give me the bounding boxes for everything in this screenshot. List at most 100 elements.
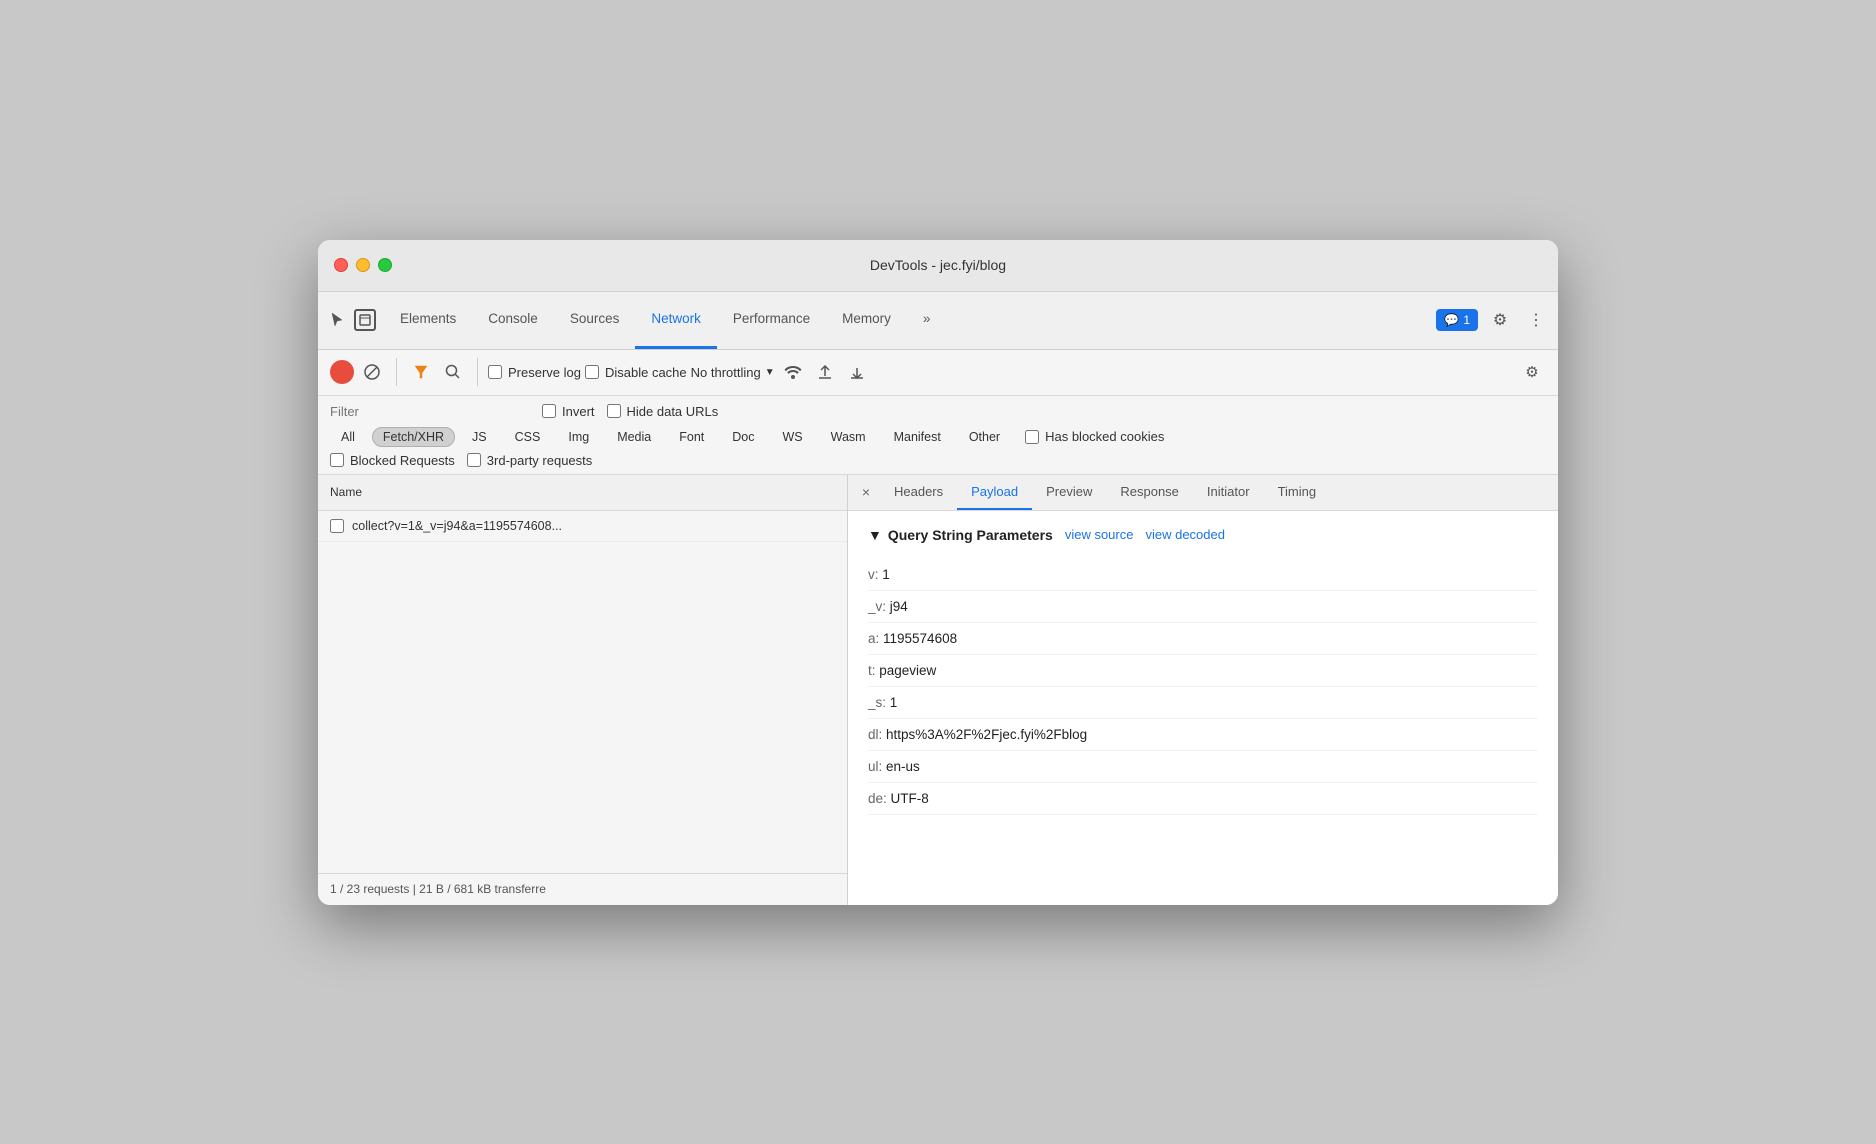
throttle-dropdown[interactable]: No throttling ▼ — [691, 365, 775, 380]
table-row[interactable]: collect?v=1&_v=j94&a=1195574608... — [318, 511, 847, 542]
view-source-button[interactable]: view source — [1065, 527, 1134, 542]
requests-list: collect?v=1&_v=j94&a=1195574608... — [318, 511, 847, 873]
detail-tab-headers[interactable]: Headers — [880, 474, 957, 510]
detail-tab-response[interactable]: Response — [1106, 474, 1193, 510]
list-item: ul: en-us — [868, 751, 1538, 783]
tab-performance[interactable]: Performance — [717, 291, 826, 349]
details-panel: × Headers Payload Preview Response Initi… — [848, 475, 1558, 905]
separator-2 — [477, 358, 478, 386]
network-conditions-icon[interactable] — [779, 358, 807, 386]
tab-console[interactable]: Console — [472, 291, 554, 349]
devtools-window: DevTools - jec.fyi/blog Elements Console — [318, 240, 1558, 905]
disable-cache-checkbox[interactable]: Disable cache — [585, 365, 687, 380]
title-bar: DevTools - jec.fyi/blog — [318, 240, 1558, 292]
tab-network[interactable]: Network — [635, 291, 717, 349]
filter-type-other[interactable]: Other — [958, 427, 1011, 447]
requests-footer: 1 / 23 requests | 21 B / 681 kB transfer… — [318, 873, 847, 905]
traffic-lights — [334, 258, 392, 272]
filter-bar: Invert Hide data URLs All Fetch/XHR JS C… — [318, 396, 1558, 475]
disable-cache-input[interactable] — [585, 365, 599, 379]
tab-more[interactable]: » — [907, 291, 947, 349]
filter-type-fetch-xhr[interactable]: Fetch/XHR — [372, 427, 455, 447]
view-decoded-button[interactable]: view decoded — [1145, 527, 1225, 542]
section-title: ▼ Query String Parameters — [868, 527, 1053, 543]
window-title: DevTools - jec.fyi/blog — [870, 257, 1006, 273]
filter-type-css[interactable]: CSS — [504, 427, 552, 447]
preserve-log-checkbox[interactable]: Preserve log — [488, 365, 581, 380]
third-party-checkbox[interactable]: 3rd-party requests — [467, 453, 593, 468]
console-badge-icon: 💬 — [1444, 313, 1459, 327]
network-toolbar: Preserve log Disable cache No throttling… — [318, 350, 1558, 396]
filter-type-doc[interactable]: Doc — [721, 427, 765, 447]
blocked-requests-input[interactable] — [330, 453, 344, 467]
download-icon[interactable] — [843, 358, 871, 386]
cursor-icon[interactable] — [326, 309, 348, 331]
list-item: dl: https%3A%2F%2Fjec.fyi%2Fblog — [868, 719, 1538, 751]
section-header: ▼ Query String Parameters view source vi… — [868, 527, 1538, 543]
console-badge-count: 1 — [1463, 313, 1470, 327]
filter-type-font[interactable]: Font — [668, 427, 715, 447]
tab-memory[interactable]: Memory — [826, 291, 907, 349]
has-blocked-cookies-checkbox[interactable]: Has blocked cookies — [1025, 429, 1164, 444]
payload-content: ▼ Query String Parameters view source vi… — [848, 511, 1558, 905]
has-blocked-cookies-input[interactable] — [1025, 430, 1039, 444]
separator-1 — [396, 358, 397, 386]
preserve-log-input[interactable] — [488, 365, 502, 379]
list-item: de: UTF-8 — [868, 783, 1538, 815]
detail-tab-initiator[interactable]: Initiator — [1193, 474, 1264, 510]
close-button[interactable] — [334, 258, 348, 272]
network-settings-icon[interactable]: ⚙ — [1518, 358, 1546, 386]
tab-elements[interactable]: Elements — [384, 291, 472, 349]
filter-type-ws[interactable]: WS — [771, 427, 813, 447]
filter-type-manifest[interactable]: Manifest — [883, 427, 952, 447]
filter-type-js[interactable]: JS — [461, 427, 498, 447]
filter-type-wasm[interactable]: Wasm — [820, 427, 877, 447]
filter-type-all[interactable]: All — [330, 427, 366, 447]
blocked-requests-checkbox[interactable]: Blocked Requests — [330, 453, 455, 468]
list-item: _v: j94 — [868, 591, 1538, 623]
devtools-icons — [326, 309, 376, 331]
main-content: Name collect?v=1&_v=j94&a=1195574608... … — [318, 475, 1558, 905]
detail-tab-payload[interactable]: Payload — [957, 474, 1032, 510]
console-badge-button[interactable]: 💬 1 — [1436, 309, 1478, 331]
more-options-button[interactable]: ⋮ — [1522, 306, 1550, 334]
settings-icon-button[interactable]: ⚙ — [1486, 306, 1514, 334]
third-party-input[interactable] — [467, 453, 481, 467]
throttle-chevron-icon: ▼ — [765, 367, 775, 378]
hide-data-urls-input[interactable] — [607, 404, 621, 418]
upload-icon[interactable] — [811, 358, 839, 386]
search-icon[interactable] — [439, 358, 467, 386]
tab-bar-right: 💬 1 ⚙ ⋮ — [1436, 306, 1550, 334]
record-button[interactable] — [330, 360, 354, 384]
requests-panel: Name collect?v=1&_v=j94&a=1195574608... … — [318, 475, 848, 905]
request-row-checkbox[interactable] — [330, 519, 344, 533]
filter-row-3: Blocked Requests 3rd-party requests — [330, 453, 1546, 474]
filter-type-media[interactable]: Media — [606, 427, 662, 447]
detail-tab-timing[interactable]: Timing — [1264, 474, 1331, 510]
filter-type-img[interactable]: Img — [557, 427, 600, 447]
filter-input[interactable] — [330, 404, 530, 419]
list-item: _s: 1 — [868, 687, 1538, 719]
collapse-icon[interactable]: ▼ — [868, 527, 882, 543]
filter-row-2: All Fetch/XHR JS CSS Img Media Font Doc … — [330, 427, 1546, 447]
close-panel-button[interactable]: × — [852, 478, 880, 506]
details-tabs: × Headers Payload Preview Response Initi… — [848, 475, 1558, 511]
list-item: a: 1195574608 — [868, 623, 1538, 655]
params-list: v: 1 _v: j94 a: 1195574608 t: pageview — [868, 559, 1538, 815]
list-item: t: pageview — [868, 655, 1538, 687]
filter-icon[interactable] — [407, 358, 435, 386]
filter-row-1: Invert Hide data URLs — [330, 404, 1546, 419]
invert-checkbox[interactable]: Invert — [542, 404, 595, 419]
detail-tab-preview[interactable]: Preview — [1032, 474, 1106, 510]
request-name: collect?v=1&_v=j94&a=1195574608... — [352, 519, 562, 533]
minimize-button[interactable] — [356, 258, 370, 272]
inspect-icon[interactable] — [354, 309, 376, 331]
clear-button[interactable] — [358, 358, 386, 386]
hide-data-urls-checkbox[interactable]: Hide data URLs — [607, 404, 719, 419]
requests-header: Name — [318, 475, 847, 511]
maximize-button[interactable] — [378, 258, 392, 272]
list-item: v: 1 — [868, 559, 1538, 591]
tab-sources[interactable]: Sources — [554, 291, 636, 349]
tab-bar: Elements Console Sources Network Perform… — [318, 292, 1558, 350]
invert-input[interactable] — [542, 404, 556, 418]
